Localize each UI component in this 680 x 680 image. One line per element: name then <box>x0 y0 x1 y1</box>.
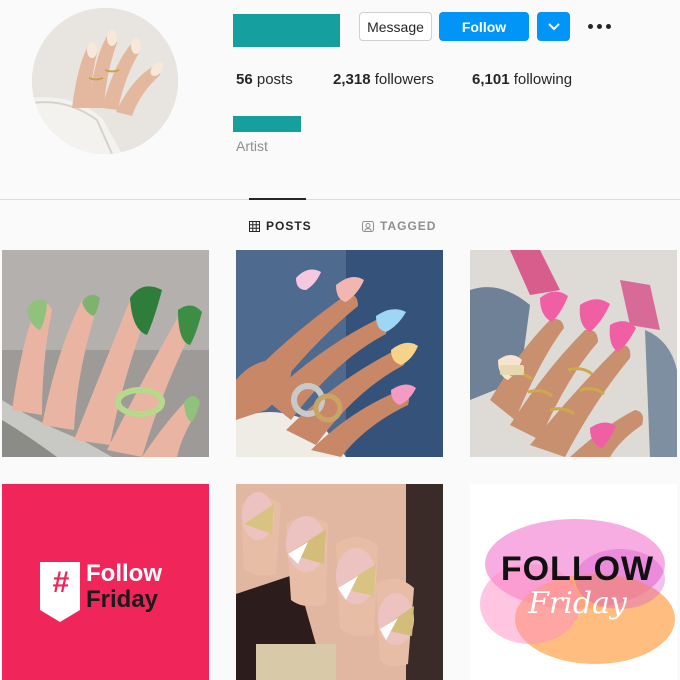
post-tile-4[interactable]: # Follow Friday <box>2 484 209 680</box>
tag-user-icon <box>362 221 374 232</box>
post-tile-2[interactable] <box>236 250 443 457</box>
post-image-green-nails <box>2 250 209 457</box>
grid-icon <box>249 220 260 232</box>
follow-friday-line1: Follow <box>86 560 162 587</box>
followers-label: followers <box>374 71 434 88</box>
post-tile-3[interactable] <box>470 250 677 457</box>
hash-symbol: # <box>52 566 70 599</box>
followers-stat[interactable]: 2,318 followers <box>333 71 434 88</box>
follow-watercolor-line1: FOLLOW <box>500 550 655 588</box>
post-tile-1[interactable] <box>2 250 209 457</box>
suggested-dropdown-button[interactable] <box>537 12 570 41</box>
tabs-divider <box>0 199 680 200</box>
ellipsis-icon <box>587 23 593 29</box>
message-button[interactable]: Message <box>359 12 432 41</box>
more-options-button[interactable] <box>584 14 614 38</box>
tab-posts-label: POSTS <box>266 219 312 233</box>
follow-friday-line2: Friday <box>86 586 159 613</box>
chevron-down-icon <box>547 22 560 30</box>
tab-tagged[interactable]: TAGGED <box>362 219 436 233</box>
following-label: following <box>513 71 573 88</box>
following-count: 6,101 <box>472 71 510 88</box>
post-image-pink-gold-nails <box>236 484 443 680</box>
posts-stat: 56 posts <box>236 71 293 88</box>
profile-avatar[interactable] <box>32 8 178 154</box>
follow-button[interactable]: Follow <box>439 12 529 41</box>
avatar-image <box>32 8 178 154</box>
following-stat[interactable]: 6,101 following <box>472 71 572 88</box>
post-tile-6[interactable]: FOLLOW Friday <box>470 484 677 680</box>
post-image-pastel-nails <box>236 250 443 457</box>
followers-count: 2,318 <box>333 71 371 88</box>
follow-watercolor-line2: Friday <box>528 586 627 621</box>
full-name-redacted <box>233 116 301 132</box>
active-tab-indicator <box>249 198 306 200</box>
posts-label: posts <box>256 71 293 88</box>
post-tile-5[interactable] <box>236 484 443 680</box>
username-redacted <box>233 14 340 47</box>
post-image-pink-marble-nails <box>470 250 677 457</box>
profile-category: Artist <box>236 138 268 154</box>
tab-posts[interactable]: POSTS <box>249 219 312 233</box>
posts-count: 56 <box>236 71 253 88</box>
tab-tagged-label: TAGGED <box>380 219 437 233</box>
